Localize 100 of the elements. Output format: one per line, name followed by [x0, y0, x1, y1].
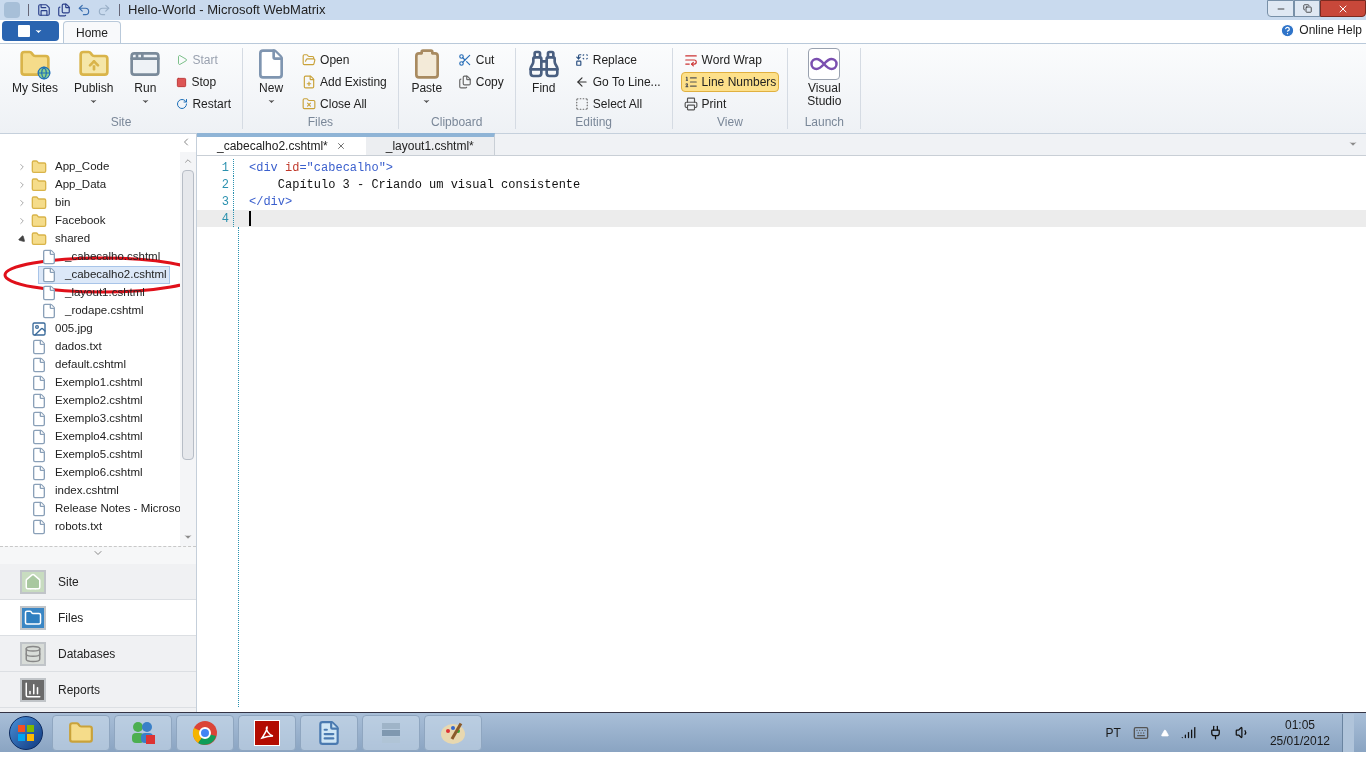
- tree-item[interactable]: Exemplo1.cshtml: [28, 374, 146, 392]
- scroll-up-icon[interactable]: [183, 156, 193, 166]
- tree-item-label: _cabecalho2.cshtml: [65, 267, 167, 283]
- ribbon-button[interactable]: Word Wrap: [680, 50, 780, 70]
- ribbon-large-button[interactable]: Publish: [70, 48, 118, 108]
- tree-item[interactable]: Exemplo3.cshtml: [28, 410, 146, 428]
- table-icon: [20, 641, 46, 666]
- ribbon-button[interactable]: Close All: [299, 94, 390, 114]
- file-icon: [31, 375, 47, 391]
- ribbon-button[interactable]: Go To Line...: [571, 72, 664, 92]
- restore-button[interactable]: [1294, 0, 1320, 17]
- tree-item[interactable]: robots.txt: [28, 518, 106, 536]
- editor-tab[interactable]: _cabecalho2.cshtml*: [197, 133, 366, 155]
- show-hidden-icon[interactable]: [1160, 728, 1169, 737]
- ribbon-button[interactable]: Restart: [173, 94, 235, 114]
- signal-icon[interactable]: [1180, 725, 1196, 740]
- tree-item[interactable]: Exemplo5.cshtml: [28, 446, 146, 464]
- ribbon-button[interactable]: Line Numbers: [680, 72, 780, 92]
- file-icon: [31, 465, 47, 481]
- scrollbar[interactable]: [180, 152, 196, 546]
- app-icon: [4, 2, 20, 18]
- scroll-down-icon[interactable]: [183, 532, 193, 542]
- scissors-icon: [457, 53, 472, 67]
- tree-item[interactable]: Exemplo2.cshtml: [28, 392, 146, 410]
- stop-icon: [176, 76, 188, 88]
- expanded-arrow-icon[interactable]: [17, 234, 27, 244]
- save-icon[interactable]: [37, 3, 51, 17]
- image-file-icon: [31, 321, 47, 337]
- tree-item[interactable]: default.cshtml: [28, 356, 129, 374]
- ribbon-tab[interactable]: Home: [63, 21, 121, 43]
- clock-date[interactable]: 25/01/2012: [1269, 732, 1330, 749]
- ribbon-button[interactable]: Cut: [454, 50, 507, 70]
- restore-icon: [1302, 4, 1312, 13]
- tree-item[interactable]: Exemplo6.cshtml: [28, 464, 146, 482]
- bar-chart-icon: [20, 677, 46, 702]
- editor-tab[interactable]: _layout1.cshtml*: [365, 133, 495, 155]
- ribbon-button[interactable]: Select All: [571, 94, 664, 114]
- ribbon-button[interactable]: Stop: [173, 72, 235, 92]
- tree-item[interactable]: App_Code: [28, 158, 113, 176]
- ribbon-large-button[interactable]: My Sites: [8, 48, 62, 97]
- tree-item[interactable]: dados.txt: [28, 338, 105, 356]
- tree-item[interactable]: index.cshtml: [28, 482, 122, 500]
- ribbon-large-button[interactable]: New: [251, 48, 292, 108]
- tree-item-label: Exemplo2.cshtml: [55, 393, 143, 409]
- line-number: 3: [220, 193, 230, 211]
- file-icon: [41, 303, 57, 319]
- workspace-button[interactable]: Files: [0, 600, 196, 636]
- replace-icon: [574, 53, 589, 67]
- close-button[interactable]: [1320, 0, 1366, 17]
- ribbon-large-button[interactable]: Find: [523, 48, 564, 97]
- keyboard-icon[interactable]: [1132, 724, 1149, 741]
- tab-list-icon[interactable]: [1348, 139, 1358, 149]
- tree-item[interactable]: 005.jpg: [28, 320, 96, 338]
- code-editor[interactable]: 1 <div id="cabecalho"> 2 Capítulo 3 - Criando um visual consistente 3 </div> 4: [197, 156, 1366, 712]
- ribbon-button[interactable]: Add Existing: [299, 72, 390, 92]
- application-menu-button[interactable]: [2, 21, 59, 41]
- tree-item[interactable]: Release Notes - Microso: [28, 500, 180, 518]
- redo-icon[interactable]: [97, 3, 111, 17]
- save-all-icon[interactable]: [57, 3, 71, 17]
- pdf-icon[interactable]: [238, 714, 296, 751]
- ribbon-button[interactable]: Print: [680, 94, 780, 114]
- tree-item[interactable]: bin: [28, 194, 74, 212]
- close-icon[interactable]: [335, 141, 346, 151]
- ribbon-button[interactable]: Replace: [571, 50, 664, 70]
- online-help-link[interactable]: Online Help: [1280, 21, 1362, 39]
- file-icon: [31, 519, 47, 535]
- group-label: View: [716, 115, 744, 129]
- ribbon-large-button[interactable]: Visual Studio: [796, 48, 853, 110]
- code-line: <div id="cabecalho">: [249, 159, 394, 177]
- tree-item[interactable]: App_Data: [28, 176, 110, 194]
- language-indicator[interactable]: PT: [1105, 723, 1121, 742]
- minimize-button[interactable]: [1267, 0, 1294, 17]
- notepad-icon[interactable]: [300, 714, 358, 751]
- tree-item[interactable]: Exemplo4.cshtml: [28, 428, 146, 446]
- tree-item[interactable]: shared: [28, 230, 94, 248]
- tree-item[interactable]: _cabecalho2.cshtml: [38, 266, 170, 284]
- tree-item[interactable]: Facebook: [28, 212, 109, 230]
- file-icon: [31, 483, 47, 499]
- tree-item-label: _rodape.cshtml: [65, 303, 144, 319]
- ribbon-button[interactable]: Copy: [454, 72, 507, 92]
- tree-item[interactable]: _rodape.cshtml: [38, 302, 147, 320]
- people-icon[interactable]: [114, 714, 172, 751]
- undo-icon[interactable]: [77, 3, 91, 17]
- ribbon-large-button[interactable]: Run: [125, 48, 166, 108]
- line-number: 2: [220, 176, 230, 194]
- group-label: Files: [306, 115, 335, 129]
- scroll-thumb[interactable]: [182, 170, 194, 460]
- folder-icon: [31, 231, 47, 247]
- tree-item-label: bin: [55, 195, 71, 211]
- line-number: 4: [220, 210, 230, 228]
- blocks-icon[interactable]: [362, 714, 420, 751]
- show-desktop-button[interactable]: [1342, 713, 1354, 752]
- clock-time[interactable]: 01:05: [1284, 716, 1315, 733]
- ribbon-large-button[interactable]: Paste: [406, 48, 447, 108]
- browser-icon[interactable]: [176, 714, 234, 751]
- file-icon: [41, 249, 57, 265]
- palette-icon[interactable]: [424, 714, 482, 751]
- folder-icon: [302, 53, 317, 67]
- ribbon-button[interactable]: Open: [299, 50, 390, 70]
- folder-icon: [302, 97, 317, 111]
